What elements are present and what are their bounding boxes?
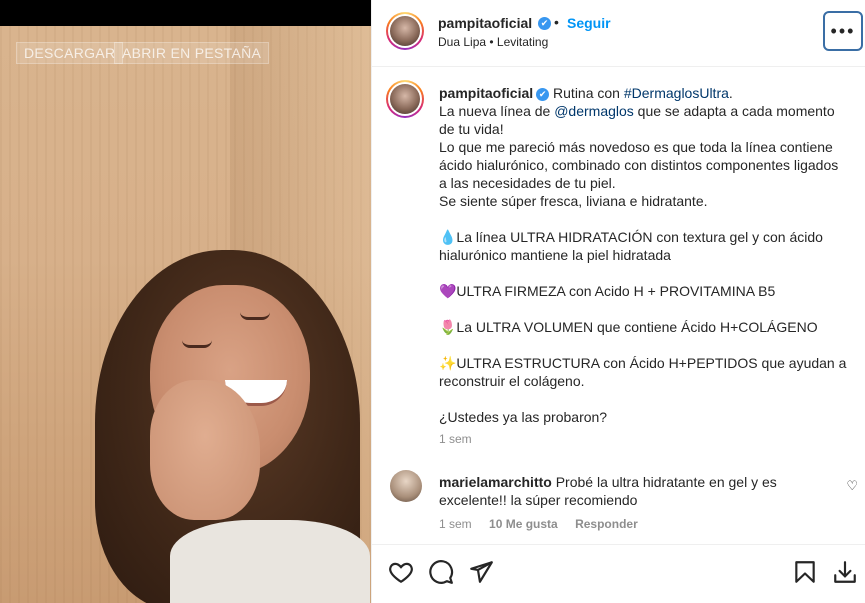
post-details-panel: pampitaoficial ✔ • Seguir Dua Lipa • Lev… bbox=[371, 0, 865, 603]
heart-icon[interactable] bbox=[388, 559, 414, 585]
download-button[interactable]: DESCARGAR bbox=[16, 42, 124, 64]
media-top-bar bbox=[0, 0, 371, 26]
audio-track-link[interactable]: Dua Lipa • Levitating bbox=[438, 35, 548, 49]
verified-badge-icon: ✔ bbox=[538, 17, 551, 30]
comment-icon[interactable] bbox=[428, 559, 454, 585]
post-actions-bar bbox=[372, 544, 865, 603]
commenter-avatar[interactable] bbox=[390, 470, 422, 502]
more-options-button[interactable]: ••• bbox=[823, 11, 863, 51]
follow-button[interactable]: Seguir bbox=[567, 15, 611, 31]
caption-avatar[interactable] bbox=[386, 80, 424, 118]
caption-text: 🌷La ULTRA VOLUMEN que contiene Ácido H+C… bbox=[439, 319, 818, 335]
avatar[interactable] bbox=[386, 12, 424, 50]
open-in-tab-button[interactable]: ABRIR EN PESTAÑA bbox=[114, 42, 270, 64]
mention-link[interactable]: @dermaglos bbox=[554, 103, 634, 119]
post-media[interactable]: DESCARGAR ABRIR EN PESTAÑA bbox=[0, 0, 371, 603]
share-icon[interactable] bbox=[468, 559, 494, 585]
photo-person-shirt bbox=[170, 520, 370, 603]
photo-person-eye bbox=[182, 340, 212, 348]
caption-text: ✨ULTRA ESTRUCTURA con Ácido H+PEPTIDOS q… bbox=[439, 355, 847, 389]
comment-likes-count[interactable]: 10 Me gusta bbox=[489, 517, 558, 531]
post-header: pampitaoficial ✔ • Seguir Dua Lipa • Lev… bbox=[372, 0, 865, 67]
caption-text: Lo que me pareció más novedoso es que to… bbox=[439, 139, 839, 191]
caption-text: 💜ULTRA FIRMEZA con Acido H + PROVITAMINA… bbox=[439, 283, 776, 299]
hashtag-link[interactable]: #DermaglosUltra bbox=[624, 85, 729, 101]
bookmark-icon[interactable] bbox=[792, 559, 818, 585]
caption-text: La nueva línea de bbox=[439, 103, 555, 119]
caption-text: Se siente súper fresca, liviana e hidrat… bbox=[439, 193, 708, 209]
more-options-icon: ••• bbox=[830, 20, 856, 41]
commenter-username[interactable]: marielamarchitto bbox=[439, 474, 552, 490]
photo-person-hand bbox=[150, 380, 260, 520]
comment-timestamp[interactable]: 1 sem bbox=[439, 517, 472, 531]
avatar-image bbox=[390, 84, 420, 114]
caption-text: ¿Ustedes ya las probaron? bbox=[439, 409, 608, 425]
photo-person-eye bbox=[240, 312, 270, 320]
caption-username[interactable]: pampitaoficial bbox=[439, 85, 533, 101]
caption-text: . bbox=[728, 85, 733, 101]
avatar-image bbox=[390, 16, 420, 46]
verified-badge-icon: ✔ bbox=[536, 87, 550, 101]
author-username[interactable]: pampitaoficial bbox=[438, 15, 532, 31]
caption-text: Rutina con bbox=[549, 85, 624, 101]
caption-text: 💧La línea ULTRA HIDRATACIÓN con textura … bbox=[439, 229, 823, 263]
post-timestamp[interactable]: 1 sem bbox=[439, 430, 849, 448]
reply-button[interactable]: Responder bbox=[575, 517, 638, 531]
comment-like-heart-icon[interactable]: ♡ bbox=[846, 478, 858, 494]
post-caption: pampitaoficial ✔ Rutina con #DermaglosUlt… bbox=[439, 84, 849, 448]
separator-dot: • bbox=[554, 14, 559, 30]
download-icon[interactable] bbox=[832, 559, 858, 585]
comments-scroll-area[interactable]: pampitaoficial ✔ Rutina con #DermaglosUlt… bbox=[372, 68, 865, 543]
